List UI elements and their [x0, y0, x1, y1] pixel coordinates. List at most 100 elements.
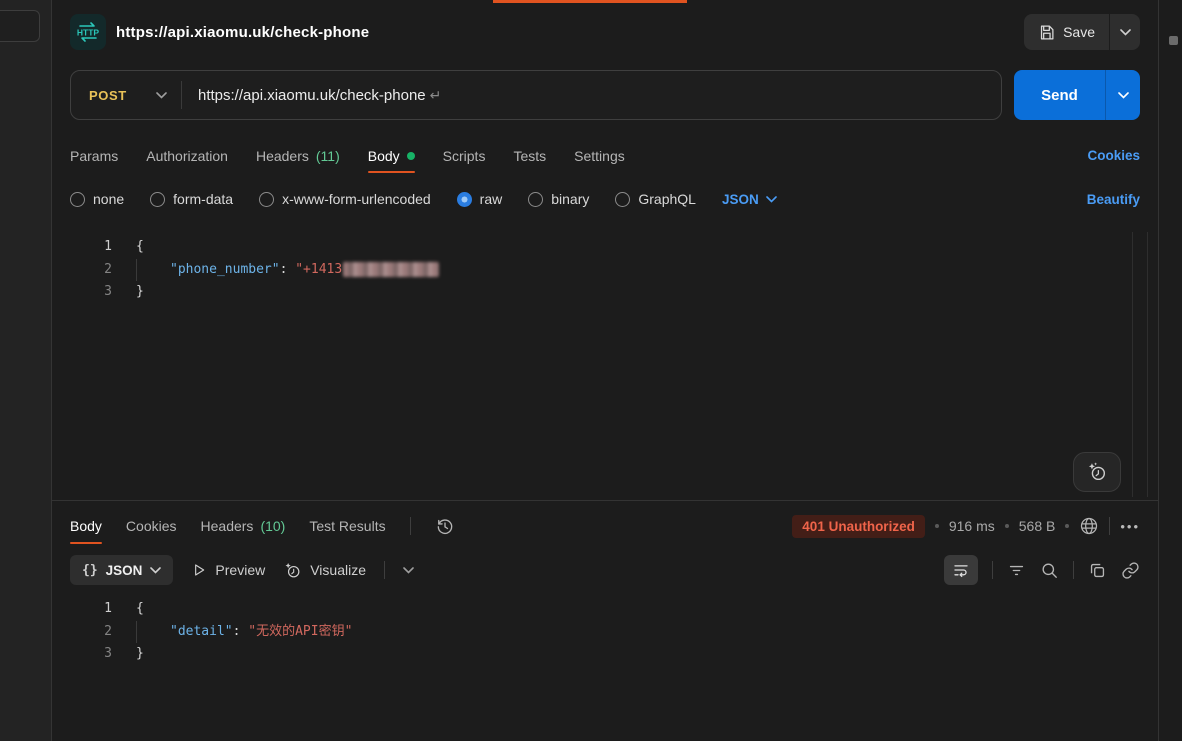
response-tab-test-results[interactable]: Test Results — [309, 509, 385, 544]
code-line: 3 } — [52, 643, 1158, 666]
send-button-group: Send — [1014, 70, 1140, 120]
tab-headers[interactable]: Headers (11) — [256, 138, 340, 173]
bodytype-graphql[interactable]: GraphQL — [615, 191, 696, 207]
braces-icon: {} — [82, 563, 98, 578]
request-response-divider[interactable] — [52, 500, 1158, 501]
response-tab-cookies[interactable]: Cookies — [126, 509, 177, 544]
separator-dot — [1005, 524, 1009, 528]
bodytype-form-data-label: form-data — [173, 191, 233, 207]
tab-headers-count: (11) — [316, 148, 340, 164]
cookies-link[interactable]: Cookies — [1087, 148, 1140, 163]
line-number: 3 — [52, 643, 112, 666]
tab-authorization[interactable]: Authorization — [146, 138, 228, 173]
tab-params[interactable]: Params — [70, 138, 118, 173]
response-tab-headers[interactable]: Headers (10) — [201, 509, 286, 544]
bodytype-form-data[interactable]: form-data — [150, 191, 233, 207]
method-selector[interactable]: POST — [71, 88, 181, 103]
wrap-text-icon — [952, 561, 970, 579]
response-size[interactable]: 568 B — [1019, 518, 1056, 534]
response-status-group: 401 Unauthorized 916 ms 568 B ••• — [792, 515, 1140, 538]
divider — [992, 561, 993, 579]
request-pane: HTTP https://api.xiaomu.uk/check-phone S… — [52, 0, 1158, 741]
radio-icon — [70, 192, 85, 207]
bodytype-urlencoded[interactable]: x-www-form-urlencoded — [259, 191, 431, 207]
chevron-down-icon — [766, 196, 777, 203]
tab-tests[interactable]: Tests — [513, 138, 546, 173]
request-title: https://api.xiaomu.uk/check-phone — [116, 24, 369, 41]
globe-icon — [1079, 516, 1099, 536]
line-number: 1 — [52, 598, 112, 621]
radio-icon — [528, 192, 543, 207]
radio-icon — [615, 192, 630, 207]
code-text: "detail": "无效的API密钥" — [136, 621, 352, 644]
preview-button[interactable]: Preview — [191, 562, 265, 578]
save-button-label: Save — [1063, 24, 1095, 40]
link-button[interactable] — [1121, 561, 1140, 580]
raw-format-selector[interactable]: JSON — [722, 192, 777, 207]
response-tab-headers-label: Headers — [201, 518, 254, 534]
chevron-down-icon — [403, 567, 414, 574]
tab-scripts[interactable]: Scripts — [443, 138, 486, 173]
preview-label: Preview — [215, 562, 265, 578]
tab-body[interactable]: Body — [368, 138, 415, 173]
chevron-down-icon — [156, 92, 167, 99]
url-bar-row: POST https://api.xiaomu.uk/check-phone↵ … — [52, 68, 1158, 122]
save-button[interactable]: Save — [1024, 14, 1109, 50]
divider — [384, 561, 385, 579]
tab-params-label: Params — [70, 148, 118, 164]
indent-guide — [136, 259, 170, 282]
filter-button[interactable] — [1007, 561, 1026, 580]
network-info-button[interactable] — [1079, 516, 1099, 536]
tab-scripts-label: Scripts — [443, 148, 486, 164]
response-format-label: JSON — [106, 563, 143, 578]
bodytype-raw[interactable]: raw — [457, 191, 503, 207]
response-tabs: Body Cookies Headers (10) Test Results 4… — [52, 506, 1158, 546]
response-time[interactable]: 916 ms — [949, 518, 995, 534]
response-history-button[interactable] — [435, 516, 455, 536]
copy-button[interactable] — [1088, 561, 1107, 580]
visualize-label: Visualize — [310, 562, 366, 578]
beautify-link[interactable]: Beautify — [1087, 192, 1140, 207]
send-button[interactable]: Send — [1014, 70, 1105, 120]
search-button[interactable] — [1040, 561, 1059, 580]
history-clock-icon — [435, 516, 455, 536]
request-body-editor[interactable]: 1 { 2 "phone_number": "+1413 3 } — [52, 236, 1158, 500]
code-line: 3 } — [52, 281, 1158, 304]
response-format-selector[interactable]: {} JSON — [70, 555, 173, 585]
save-options-button[interactable] — [1110, 14, 1140, 50]
postbot-button[interactable] — [1073, 452, 1121, 492]
response-body-editor[interactable]: 1 { 2 "detail": "无效的API密钥" 3 } — [52, 598, 1158, 741]
response-tab-body[interactable]: Body — [70, 509, 102, 544]
url-value: https://api.xiaomu.uk/check-phone — [198, 87, 426, 104]
more-options-button[interactable]: ••• — [1120, 519, 1140, 534]
wrap-text-button[interactable] — [944, 555, 978, 585]
visualize-expand-button[interactable] — [403, 567, 414, 574]
url-input[interactable]: https://api.xiaomu.uk/check-phone↵ — [198, 87, 441, 104]
tab-settings[interactable]: Settings — [574, 138, 625, 173]
bodytype-graphql-label: GraphQL — [638, 191, 696, 207]
return-glyph: ↵ — [430, 87, 442, 103]
bodytype-raw-label: raw — [480, 191, 503, 207]
code-text: } — [136, 643, 144, 666]
bodytype-binary[interactable]: binary — [528, 191, 589, 207]
api-client-window: HTTP https://api.xiaomu.uk/check-phone S… — [0, 0, 1182, 741]
send-options-button[interactable] — [1106, 70, 1140, 120]
method-label: POST — [89, 88, 127, 103]
status-badge[interactable]: 401 Unauthorized — [792, 515, 925, 538]
editor-pane-edge — [1147, 232, 1148, 497]
separator-dot — [935, 524, 939, 528]
play-outline-icon — [191, 562, 207, 578]
left-sidebar — [0, 0, 52, 741]
chevron-down-icon — [1118, 92, 1129, 99]
bodytype-none[interactable]: none — [70, 191, 124, 207]
sidebar-collapsed-panel[interactable] — [0, 10, 40, 42]
response-tab-test-results-label: Test Results — [309, 518, 385, 534]
right-panel-icon[interactable] — [1169, 36, 1178, 45]
body-type-options: none form-data x-www-form-urlencoded raw… — [52, 184, 1158, 214]
radio-icon — [150, 192, 165, 207]
radio-selected-icon — [457, 192, 472, 207]
visualize-button[interactable]: Visualize — [283, 561, 366, 580]
chevron-down-icon — [150, 567, 161, 574]
editor-scrollbar-track[interactable] — [1132, 232, 1133, 497]
bodytype-binary-label: binary — [551, 191, 589, 207]
